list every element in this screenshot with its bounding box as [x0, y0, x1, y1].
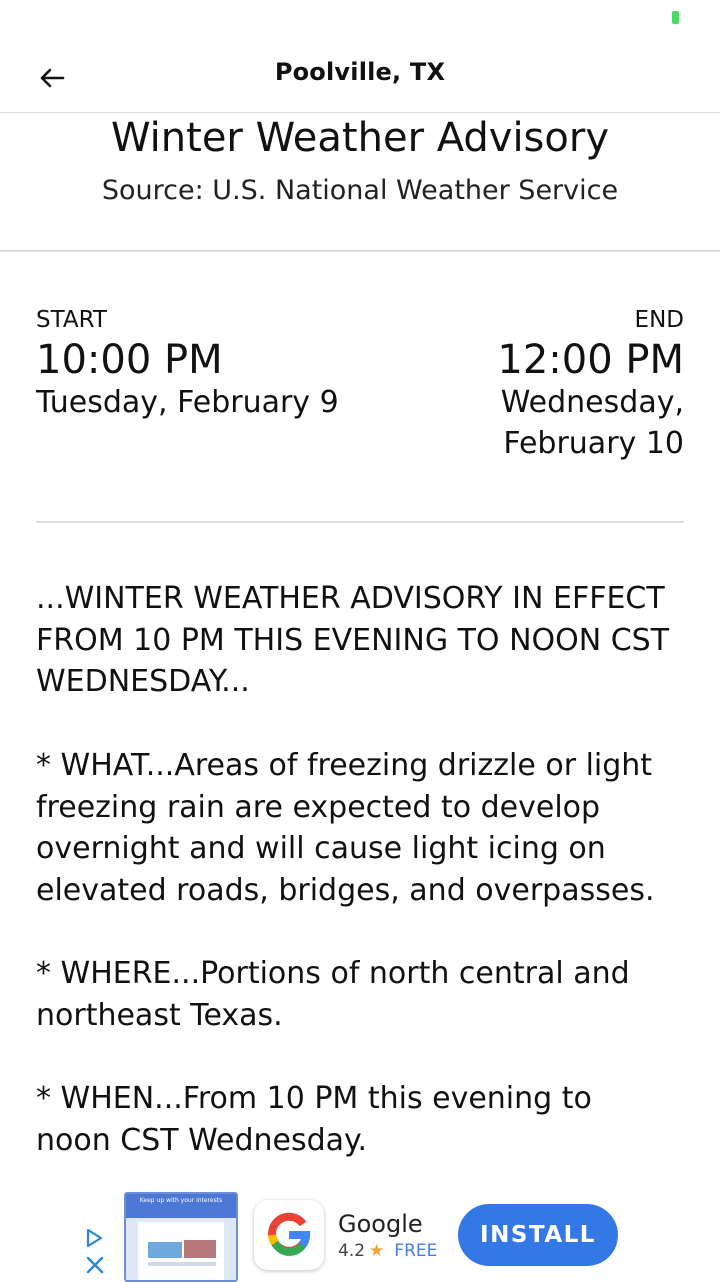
ad-banner[interactable]: Keep up with your interests Google 4.2 ★ F…: [0, 1192, 720, 1282]
start-block: START 10:00 PM Tuesday, February 9: [36, 306, 339, 423]
ad-price: FREE: [394, 1241, 438, 1261]
start-date: Tuesday, February 9: [36, 385, 339, 420]
install-button[interactable]: INSTALL: [458, 1204, 618, 1266]
start-time: 10:00 PM: [36, 337, 223, 383]
alert-source: Source: U.S. National Weather Service: [101, 175, 619, 206]
status-bar: [0, 0, 720, 40]
ad-screenshot-text: [148, 1262, 216, 1266]
ad-rating: 4.2: [338, 1241, 366, 1261]
ad-app-name: Google: [338, 1210, 423, 1238]
end-label: END: [634, 307, 684, 333]
ad-screenshot: Keep up with your interests: [124, 1192, 238, 1282]
description-paragraph: * WHERE...Portions of north central and …: [36, 956, 630, 1033]
end-block: END 12:00 PM Wednesday, February 10: [484, 306, 684, 464]
app-bar: Poolville, TX: [0, 40, 720, 113]
end-time: 12:00 PM: [497, 337, 684, 383]
ad-screenshot-image: [184, 1240, 216, 1258]
battery-icon: [672, 11, 679, 24]
alert-times: START 10:00 PM Tuesday, February 9 END 1…: [36, 306, 684, 486]
location-title: Poolville, TX: [274, 58, 446, 86]
start-label: START: [36, 307, 107, 333]
ad-meta: 4.2 ★ FREE: [338, 1240, 437, 1262]
google-g-icon: [268, 1212, 311, 1256]
alert-header: Winter Weather Advisory Source: U.S. Nat…: [0, 113, 720, 252]
description-paragraph: ...WINTER WEATHER ADVISORY IN EFFECT FRO…: [36, 581, 670, 700]
ad-screenshot-header: Keep up with your interests: [126, 1194, 236, 1218]
adchoices-play-icon[interactable]: [84, 1228, 104, 1248]
google-logo-icon[interactable]: [254, 1200, 324, 1270]
description-paragraph: * WHEN...From 10 PM this evening to noon…: [36, 1081, 592, 1159]
star-icon: ★: [369, 1241, 385, 1261]
divider: [36, 521, 684, 523]
close-icon[interactable]: [86, 1256, 104, 1274]
ad-screenshot-image: [148, 1242, 182, 1258]
alert-description: ...WINTER WEATHER ADVISORY IN EFFECT FRO…: [36, 578, 676, 1203]
description-paragraph: * WHAT...Areas of freezing drizzle or li…: [36, 747, 655, 908]
alert-title: Winter Weather Advisory: [111, 115, 609, 161]
end-date: Wednesday, February 10: [500, 385, 684, 461]
